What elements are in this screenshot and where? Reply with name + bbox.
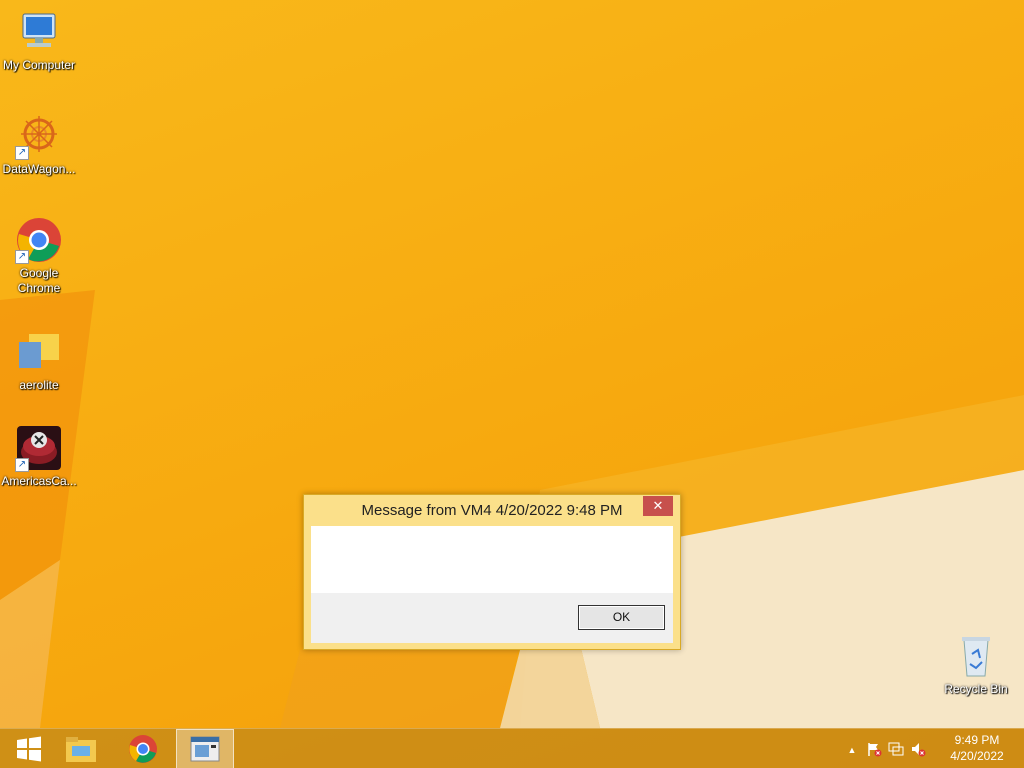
start-button[interactable]	[0, 729, 58, 768]
message-window-icon	[190, 736, 220, 762]
file-explorer-icon	[66, 737, 96, 762]
close-icon: ✕	[652, 498, 664, 513]
system-tray: ▲ 9:49 PM 4/20/2022	[844, 729, 1024, 768]
chrome-icon: ↗	[15, 216, 63, 264]
desktop-wallpaper	[0, 0, 1024, 768]
folder-icon	[15, 328, 63, 376]
shortcut-arrow-icon: ↗	[15, 458, 29, 472]
taskbar-file-explorer[interactable]	[52, 729, 110, 768]
chevron-up-icon: ▲	[847, 745, 857, 755]
action-center-flag-icon[interactable]	[866, 741, 882, 757]
chrome-icon	[129, 735, 157, 763]
message-dialog: Message from VM4 4/20/2022 9:48 PM ✕ OK	[303, 494, 681, 650]
clock-time: 9:49 PM	[954, 733, 1000, 747]
dialog-body: OK	[311, 526, 673, 643]
wallpaper-shapes	[0, 290, 1024, 728]
desktop-icon-label: aerolite	[19, 378, 59, 392]
desktop-icon-aerolite[interactable]: aerolite	[0, 328, 78, 393]
taskbar-chrome[interactable]	[114, 729, 172, 768]
dialog-footer: OK	[311, 593, 673, 643]
desktop-icon-datawagon[interactable]: ↗ DataWagon...	[0, 112, 78, 177]
datawagon-icon: ↗	[15, 112, 63, 160]
desktop-icon-my-computer[interactable]: My Computer	[0, 8, 78, 73]
taskbar: ▲ 9:49 PM 4/20/2022	[0, 728, 1024, 768]
windows-start-icon	[17, 736, 41, 762]
close-button[interactable]: ✕	[643, 496, 673, 516]
desktop-icon-label: Google Chrome	[17, 266, 61, 295]
desktop-icon-label: Recycle Bin	[944, 682, 1008, 696]
volume-muted-icon[interactable]	[910, 741, 926, 757]
network-icon[interactable]	[888, 741, 904, 757]
desktop-icon-label: AmericasCa...	[1, 474, 77, 488]
desktop-icon-recycle-bin[interactable]: Recycle Bin	[936, 632, 1016, 697]
dialog-title[interactable]: Message from VM4 4/20/2022 9:48 PM	[304, 495, 680, 526]
shortcut-arrow-icon: ↗	[15, 146, 29, 160]
desktop-icon-google-chrome[interactable]: ↗ Google Chrome	[0, 216, 78, 296]
desktop-icon-americascasino[interactable]: ↗ AmericasCa...	[0, 424, 78, 489]
recycle-bin-icon	[952, 632, 1000, 680]
computer-icon	[15, 8, 63, 56]
show-hidden-icons-button[interactable]: ▲	[844, 741, 860, 757]
desktop-icon-label: DataWagon...	[2, 162, 76, 176]
taskbar-clock[interactable]: 9:49 PM 4/20/2022	[947, 732, 1007, 764]
desktop-icon-label: My Computer	[2, 58, 76, 72]
shortcut-arrow-icon: ↗	[15, 250, 29, 264]
clock-date: 4/20/2022	[950, 749, 1004, 763]
ok-button[interactable]: OK	[578, 605, 665, 630]
taskbar-message-window[interactable]	[176, 729, 234, 768]
casino-chip-icon: ↗	[15, 424, 63, 472]
